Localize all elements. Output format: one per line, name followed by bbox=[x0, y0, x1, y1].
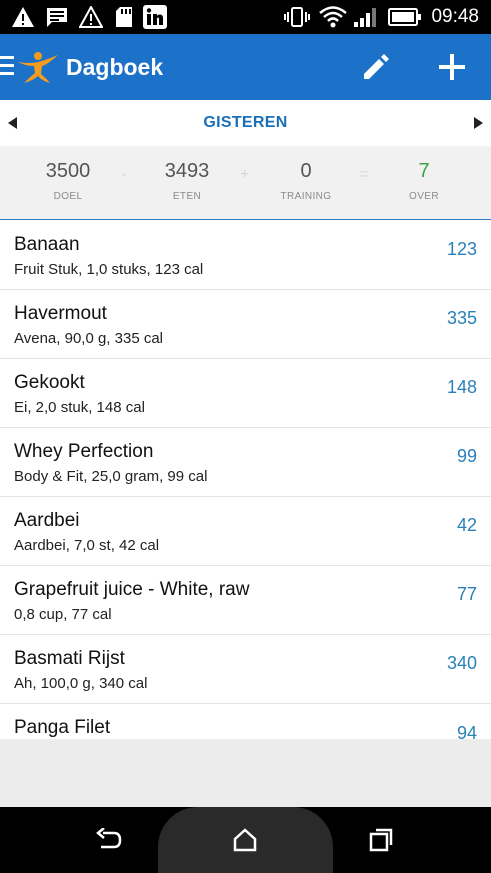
date-navigation: GISTEREN bbox=[0, 100, 491, 146]
clock: 09:48 bbox=[431, 6, 479, 27]
food-description: Fruit Stuk, 1,0 stuks, 123 cal bbox=[14, 261, 204, 278]
warning-outline-icon bbox=[78, 6, 104, 28]
food-description: Body & Fit, 25,0 gram, 99 cal bbox=[14, 468, 208, 485]
remaining-label: OVER bbox=[409, 191, 439, 202]
food-calories: 123 bbox=[446, 239, 477, 259]
battery-icon bbox=[388, 6, 422, 28]
remaining-value: 7 bbox=[418, 160, 430, 182]
wifi-icon bbox=[318, 6, 348, 28]
page-title: Dagboek bbox=[66, 54, 164, 80]
calorie-summary: 3500 DOEL - 3493 ETEN + 0 TRAINING = 7 O… bbox=[0, 146, 491, 220]
signal-icon bbox=[352, 6, 380, 28]
goal-label: DOEL bbox=[53, 191, 83, 202]
menu-icon[interactable] bbox=[0, 56, 14, 78]
message-icon bbox=[44, 6, 70, 28]
food-calories: 42 bbox=[456, 515, 477, 535]
system-navigation-bar bbox=[0, 807, 491, 873]
goal-value: 3500 bbox=[45, 160, 91, 182]
list-item[interactable]: Aardbei Aardbei, 7,0 st, 42 cal 42 bbox=[0, 497, 491, 566]
remaining-summary: 7 OVER bbox=[374, 160, 474, 202]
food-name: Grapefruit juice - White, raw bbox=[14, 579, 250, 600]
sd-card-icon bbox=[114, 6, 134, 28]
exercise-label: TRAINING bbox=[280, 191, 332, 202]
status-bar: 09:48 bbox=[0, 0, 491, 34]
food-calories: 335 bbox=[446, 308, 477, 328]
arrow-left-icon[interactable] bbox=[3, 113, 23, 133]
food-name: Havermout bbox=[14, 303, 107, 324]
date-label[interactable]: GISTEREN bbox=[0, 100, 491, 146]
home-icon[interactable] bbox=[230, 825, 260, 855]
list-item[interactable]: Grapefruit juice - White, raw 0,8 cup, 7… bbox=[0, 566, 491, 635]
warning-icon bbox=[10, 6, 36, 28]
food-description: Ei, 2,0 stuk, 148 cal bbox=[14, 399, 145, 416]
food-description: 0,8 cup, 77 cal bbox=[14, 606, 112, 623]
food-name: Panga Filet bbox=[14, 717, 111, 738]
back-icon[interactable] bbox=[94, 825, 124, 855]
app-bar: Dagboek bbox=[0, 34, 491, 100]
food-name: Whey Perfection bbox=[14, 441, 154, 462]
plus-operator: + bbox=[240, 166, 250, 183]
minus-operator: - bbox=[121, 166, 127, 183]
exercise-value: 0 bbox=[300, 160, 312, 182]
food-name: Banaan bbox=[14, 234, 80, 255]
food-calories: 77 bbox=[456, 584, 477, 604]
vibrate-icon bbox=[284, 6, 310, 28]
linkedin-icon bbox=[142, 5, 168, 29]
food-calories: 148 bbox=[446, 377, 477, 397]
add-icon[interactable] bbox=[436, 51, 468, 83]
list-item[interactable]: Whey Perfection Body & Fit, 25,0 gram, 9… bbox=[0, 428, 491, 497]
equals-operator: = bbox=[359, 166, 369, 183]
app-logo-icon[interactable] bbox=[16, 50, 60, 84]
food-name: Basmati Rijst bbox=[14, 648, 125, 669]
list-item[interactable]: Havermout Avena, 90,0 g, 335 cal 335 bbox=[0, 290, 491, 359]
food-description: Ah, 100,0 g, 340 cal bbox=[14, 675, 148, 692]
food-name: Gekookt bbox=[14, 372, 85, 393]
food-calories: 99 bbox=[456, 446, 477, 466]
recents-icon[interactable] bbox=[366, 825, 396, 855]
eaten-label: ETEN bbox=[172, 191, 202, 202]
food-name: Aardbei bbox=[14, 510, 80, 531]
exercise-summary: 0 TRAINING bbox=[256, 160, 356, 202]
food-calories: 340 bbox=[446, 653, 477, 673]
list-item[interactable]: Panga Filet 94 bbox=[0, 704, 491, 739]
list-item[interactable]: Gekookt Ei, 2,0 stuk, 148 cal 148 bbox=[0, 359, 491, 428]
eaten-value: 3493 bbox=[164, 160, 210, 182]
arrow-right-icon[interactable] bbox=[468, 113, 488, 133]
list-item[interactable]: Basmati Rijst Ah, 100,0 g, 340 cal 340 bbox=[0, 635, 491, 704]
list-item[interactable]: Banaan Fruit Stuk, 1,0 stuks, 123 cal 12… bbox=[0, 221, 491, 290]
goal-summary: 3500 DOEL bbox=[18, 160, 118, 202]
food-entry-list[interactable]: Banaan Fruit Stuk, 1,0 stuks, 123 cal 12… bbox=[0, 221, 491, 739]
eaten-summary: 3493 ETEN bbox=[137, 160, 237, 202]
food-description: Avena, 90,0 g, 335 cal bbox=[14, 330, 164, 347]
empty-footer-area bbox=[0, 739, 491, 807]
edit-icon[interactable] bbox=[360, 51, 392, 83]
food-description: Aardbei, 7,0 st, 42 cal bbox=[14, 537, 160, 554]
food-calories: 94 bbox=[456, 723, 477, 739]
